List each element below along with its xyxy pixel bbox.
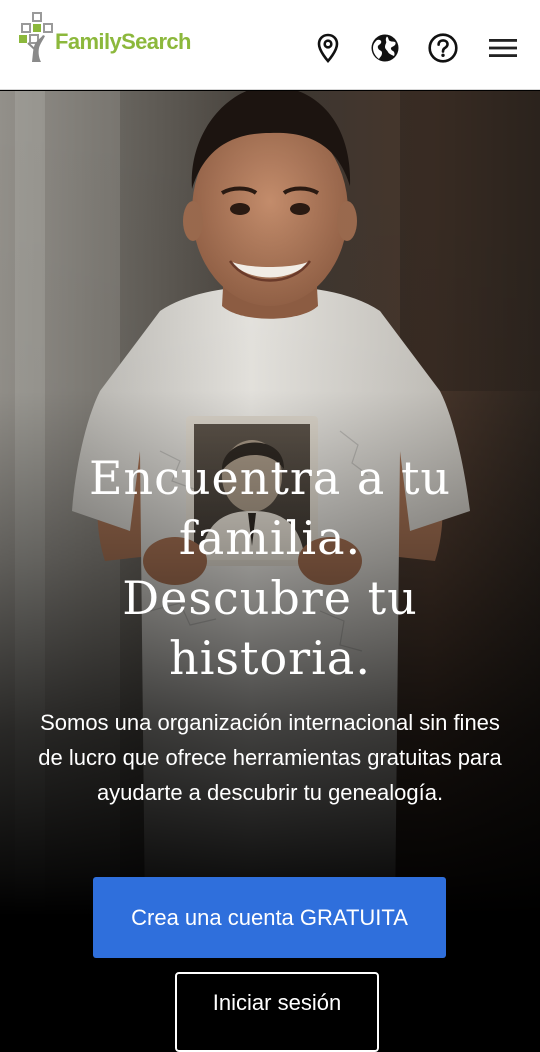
location-pin-icon[interactable] bbox=[313, 33, 343, 63]
sign-in-button[interactable]: Iniciar sesión bbox=[175, 972, 379, 1052]
headline-line: familia. bbox=[178, 511, 362, 565]
hero-headline: Encuentra a tu familia. Descubre tu hist… bbox=[20, 448, 520, 688]
hamburger-menu-icon[interactable] bbox=[487, 33, 519, 63]
familysearch-logo[interactable]: FamilySearch bbox=[18, 12, 191, 62]
create-free-account-button[interactable]: Crea una cuenta GRATUITA bbox=[93, 877, 446, 958]
help-icon[interactable] bbox=[428, 33, 458, 63]
headline-line: Encuentra a tu bbox=[88, 451, 452, 505]
hero-description: Somos una organización internacional sin… bbox=[38, 710, 502, 805]
top-header: FamilySearch bbox=[0, 0, 540, 90]
globe-icon[interactable] bbox=[370, 33, 400, 63]
brand-name: FamilySearch bbox=[55, 28, 191, 54]
headline-line: historia. bbox=[169, 631, 371, 685]
headline-line: Descubre tu bbox=[122, 571, 418, 625]
family-tree-logo-icon bbox=[19, 12, 53, 62]
